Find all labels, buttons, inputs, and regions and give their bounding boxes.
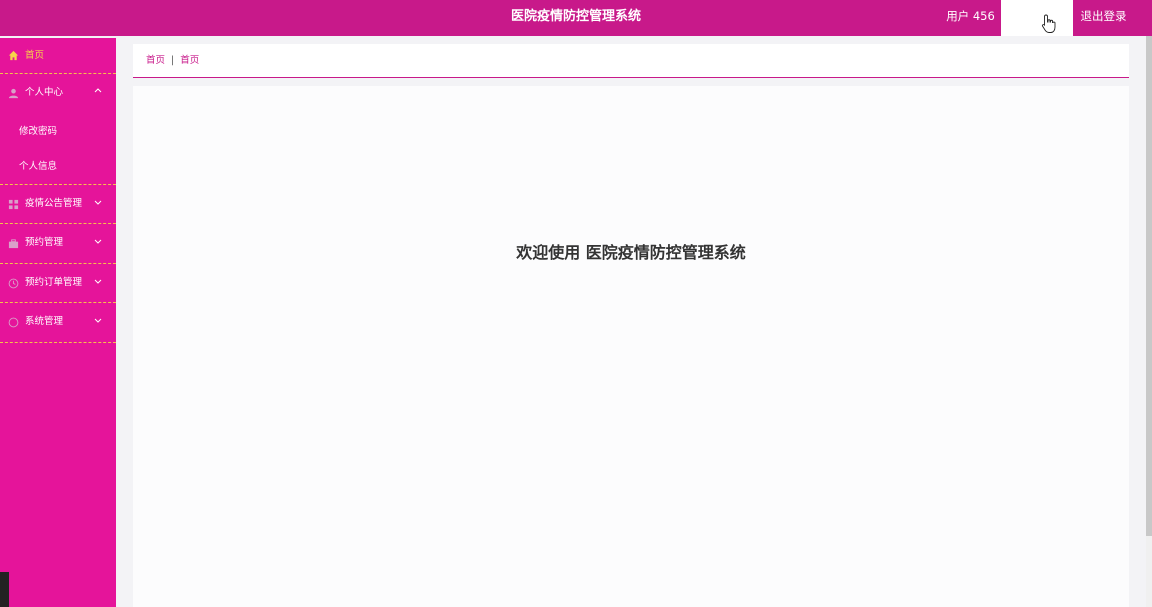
- circle-icon: [8, 317, 19, 328]
- sidebar-item-personal-center[interactable]: 个人中心: [0, 74, 116, 114]
- sidebar-item-appointment[interactable]: 预约管理: [0, 224, 116, 264]
- content-panel: 欢迎使用 医院疫情防控管理系统: [133, 86, 1129, 607]
- breadcrumb-current: 首页: [180, 55, 200, 66]
- sidebar-item-system-label: 系统管理: [25, 316, 64, 327]
- chevron-up-icon: [94, 88, 102, 93]
- sidebar-item-appointment-order-label: 预约订单管理: [25, 276, 83, 288]
- breadcrumb: 首页 | 首页: [133, 44, 1129, 78]
- chevron-down-icon: [94, 318, 102, 323]
- sidebar-item-epidemic-notice[interactable]: 疫情公告管理: [0, 185, 116, 224]
- vertical-scrollbar[interactable]: [1146, 36, 1152, 607]
- sidebar-item-personal-center-label: 个人中心: [25, 87, 64, 98]
- briefcase-icon: [8, 239, 19, 249]
- welcome-message: 欢迎使用 医院疫情防控管理系统: [516, 243, 746, 262]
- user-icon: [8, 88, 19, 99]
- scrollbar-thumb[interactable]: [1146, 36, 1152, 536]
- sidebar-item-personal-info[interactable]: 个人信息: [0, 149, 116, 184]
- user-name[interactable]: 用户 456: [940, 0, 1001, 33]
- chevron-down-icon: [94, 200, 102, 205]
- sidebar-item-appointment-label: 预约管理: [25, 237, 64, 248]
- breadcrumb-separator: |: [171, 55, 175, 66]
- breadcrumb-home-link[interactable]: 首页: [146, 55, 165, 66]
- main-area: 首页 | 首页 欢迎使用 医院疫情防控管理系统: [116, 36, 1147, 607]
- grid-icon: [8, 199, 19, 209]
- sidebar: 首页 个人中心 修改密码 个人信息 疫情公告管理 预约管理 预约订单管理 系统管…: [0, 38, 116, 607]
- sidebar-item-system[interactable]: 系统管理: [0, 303, 116, 343]
- chevron-down-icon: [94, 279, 102, 284]
- top-header: 医院疫情防控管理系统 用户 456 退出登录: [0, 0, 1152, 36]
- clock-icon: [8, 278, 19, 288]
- sidebar-item-change-password[interactable]: 修改密码: [0, 114, 116, 149]
- hand-cursor-icon: [1041, 14, 1056, 33]
- home-icon: [8, 50, 19, 61]
- logout-button[interactable]: 退出登录: [1073, 0, 1134, 33]
- sidebar-bottom-block: [0, 572, 9, 607]
- sidebar-item-home-label: 首页: [25, 50, 45, 61]
- sidebar-item-home[interactable]: 首页: [0, 38, 116, 74]
- sidebar-item-appointment-order[interactable]: 预约订单管理: [0, 264, 116, 303]
- front-page-button[interactable]: [1001, 0, 1073, 36]
- personal-center-submenu: 修改密码 个人信息: [0, 114, 116, 185]
- chevron-down-icon: [94, 239, 102, 244]
- sidebar-item-epidemic-notice-label: 疫情公告管理: [25, 197, 83, 209]
